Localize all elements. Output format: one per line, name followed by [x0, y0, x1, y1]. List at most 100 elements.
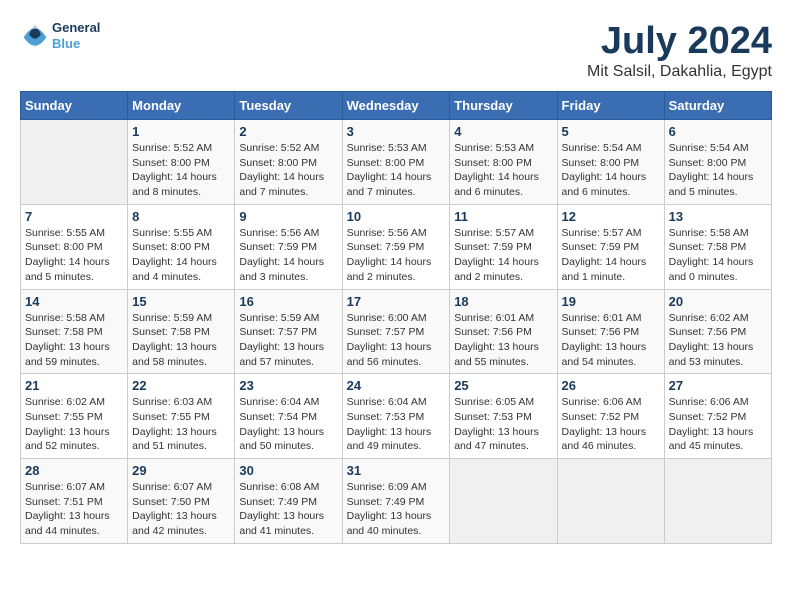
- day-of-week-header: Tuesday: [235, 92, 342, 120]
- day-info: Sunrise: 5:52 AM Sunset: 8:00 PM Dayligh…: [132, 141, 230, 200]
- calendar-cell: 19 Sunrise: 6:01 AM Sunset: 7:56 PM Dayli…: [557, 289, 664, 374]
- logo-icon: [20, 21, 50, 51]
- day-number: 31: [347, 463, 446, 478]
- calendar-cell: 16 Sunrise: 5:59 AM Sunset: 7:57 PM Dayli…: [235, 289, 342, 374]
- day-number: 24: [347, 378, 446, 393]
- day-number: 19: [562, 294, 660, 309]
- day-info: Sunrise: 5:56 AM Sunset: 7:59 PM Dayligh…: [347, 226, 446, 285]
- calendar-cell: 31 Sunrise: 6:09 AM Sunset: 7:49 PM Dayli…: [342, 459, 450, 544]
- calendar-cell: 3Sunrise: 5:53 AM Sunset: 8:00 PM Daylig…: [342, 120, 450, 205]
- day-info: Sunrise: 6:03 AM Sunset: 7:55 PM Dayligh…: [132, 395, 230, 454]
- calendar-cell: 29Sunrise: 6:07 AM Sunset: 7:50 PM Dayli…: [128, 459, 235, 544]
- calendar-cell: 30 Sunrise: 6:08 AM Sunset: 7:49 PM Dayli…: [235, 459, 342, 544]
- day-info: Sunrise: 6:01 AM Sunset: 7:56 PM Dayligh…: [562, 311, 660, 370]
- calendar-cell: 21 Sunrise: 6:02 AM Sunset: 7:55 PM Dayli…: [21, 374, 128, 459]
- day-number: 7: [25, 209, 123, 224]
- calendar-cell: 27 Sunrise: 6:06 AM Sunset: 7:52 PM Dayli…: [664, 374, 771, 459]
- day-info: Sunrise: 6:01 AM Sunset: 7:56 PM Dayligh…: [454, 311, 552, 370]
- logo-line1: General: [52, 20, 100, 36]
- day-number: 11: [454, 209, 552, 224]
- day-number: 2: [239, 124, 337, 139]
- calendar-week-row: 7 Sunrise: 5:55 AM Sunset: 8:00 PM Daylig…: [21, 204, 772, 289]
- day-number: 13: [669, 209, 767, 224]
- day-of-week-header: Friday: [557, 92, 664, 120]
- location: Mit Salsil, Dakahlia, Egypt: [587, 63, 772, 81]
- day-info: Sunrise: 5:54 AM Sunset: 8:00 PM Dayligh…: [669, 141, 767, 200]
- day-number: 23: [239, 378, 337, 393]
- calendar-cell: 23 Sunrise: 6:04 AM Sunset: 7:54 PM Dayli…: [235, 374, 342, 459]
- day-info: Sunrise: 6:08 AM Sunset: 7:49 PM Dayligh…: [239, 480, 337, 539]
- day-of-week-header: Sunday: [21, 92, 128, 120]
- day-number: 21: [25, 378, 123, 393]
- month-year: July 2024: [587, 20, 772, 63]
- day-number: 25: [454, 378, 552, 393]
- calendar-cell: 11Sunrise: 5:57 AM Sunset: 7:59 PM Dayli…: [450, 204, 557, 289]
- day-of-week-header: Monday: [128, 92, 235, 120]
- day-number: 1: [132, 124, 230, 139]
- day-info: Sunrise: 6:05 AM Sunset: 7:53 PM Dayligh…: [454, 395, 552, 454]
- calendar-week-row: 28Sunrise: 6:07 AM Sunset: 7:51 PM Dayli…: [21, 459, 772, 544]
- logo: General Blue: [20, 20, 100, 51]
- day-info: Sunrise: 5:55 AM Sunset: 8:00 PM Dayligh…: [25, 226, 123, 285]
- calendar-cell: 18 Sunrise: 6:01 AM Sunset: 7:56 PM Dayli…: [450, 289, 557, 374]
- calendar-cell: [557, 459, 664, 544]
- day-info: Sunrise: 6:04 AM Sunset: 7:54 PM Dayligh…: [239, 395, 337, 454]
- calendar-cell: 5Sunrise: 5:54 AM Sunset: 8:00 PM Daylig…: [557, 120, 664, 205]
- day-number: 12: [562, 209, 660, 224]
- title-block: July 2024 Mit Salsil, Dakahlia, Egypt: [587, 20, 772, 81]
- calendar-table: SundayMondayTuesdayWednesdayThursdayFrid…: [20, 91, 772, 544]
- day-number: 9: [239, 209, 337, 224]
- calendar-header-row: SundayMondayTuesdayWednesdayThursdayFrid…: [21, 92, 772, 120]
- calendar-week-row: 1 Sunrise: 5:52 AM Sunset: 8:00 PM Daylig…: [21, 120, 772, 205]
- day-info: Sunrise: 5:53 AM Sunset: 8:00 PM Dayligh…: [454, 141, 552, 200]
- calendar-week-row: 14 Sunrise: 5:58 AM Sunset: 7:58 PM Dayli…: [21, 289, 772, 374]
- calendar-cell: 22 Sunrise: 6:03 AM Sunset: 7:55 PM Dayli…: [128, 374, 235, 459]
- day-number: 27: [669, 378, 767, 393]
- calendar-cell: 24 Sunrise: 6:04 AM Sunset: 7:53 PM Dayli…: [342, 374, 450, 459]
- day-info: Sunrise: 5:52 AM Sunset: 8:00 PM Dayligh…: [239, 141, 337, 200]
- calendar-cell: 28Sunrise: 6:07 AM Sunset: 7:51 PM Dayli…: [21, 459, 128, 544]
- day-info: Sunrise: 5:55 AM Sunset: 8:00 PM Dayligh…: [132, 226, 230, 285]
- calendar-cell: 7 Sunrise: 5:55 AM Sunset: 8:00 PM Daylig…: [21, 204, 128, 289]
- day-number: 18: [454, 294, 552, 309]
- day-info: Sunrise: 6:00 AM Sunset: 7:57 PM Dayligh…: [347, 311, 446, 370]
- logo-line2: Blue: [52, 36, 100, 52]
- day-number: 26: [562, 378, 660, 393]
- day-info: Sunrise: 5:58 AM Sunset: 7:58 PM Dayligh…: [669, 226, 767, 285]
- day-info: Sunrise: 6:06 AM Sunset: 7:52 PM Dayligh…: [669, 395, 767, 454]
- calendar-cell: 15Sunrise: 5:59 AM Sunset: 7:58 PM Dayli…: [128, 289, 235, 374]
- day-info: Sunrise: 5:58 AM Sunset: 7:58 PM Dayligh…: [25, 311, 123, 370]
- calendar-cell: [450, 459, 557, 544]
- day-info: Sunrise: 6:06 AM Sunset: 7:52 PM Dayligh…: [562, 395, 660, 454]
- calendar-cell: 1 Sunrise: 5:52 AM Sunset: 8:00 PM Daylig…: [128, 120, 235, 205]
- day-number: 14: [25, 294, 123, 309]
- calendar-cell: 2 Sunrise: 5:52 AM Sunset: 8:00 PM Daylig…: [235, 120, 342, 205]
- day-info: Sunrise: 5:57 AM Sunset: 7:59 PM Dayligh…: [562, 226, 660, 285]
- day-number: 15: [132, 294, 230, 309]
- day-info: Sunrise: 6:04 AM Sunset: 7:53 PM Dayligh…: [347, 395, 446, 454]
- calendar-cell: 10Sunrise: 5:56 AM Sunset: 7:59 PM Dayli…: [342, 204, 450, 289]
- day-info: Sunrise: 6:02 AM Sunset: 7:55 PM Dayligh…: [25, 395, 123, 454]
- calendar-cell: 13 Sunrise: 5:58 AM Sunset: 7:58 PM Dayli…: [664, 204, 771, 289]
- day-info: Sunrise: 5:56 AM Sunset: 7:59 PM Dayligh…: [239, 226, 337, 285]
- day-of-week-header: Saturday: [664, 92, 771, 120]
- day-of-week-header: Thursday: [450, 92, 557, 120]
- day-of-week-header: Wednesday: [342, 92, 450, 120]
- day-number: 16: [239, 294, 337, 309]
- day-info: Sunrise: 6:09 AM Sunset: 7:49 PM Dayligh…: [347, 480, 446, 539]
- page-header: General Blue July 2024 Mit Salsil, Dakah…: [20, 20, 772, 81]
- calendar-week-row: 21 Sunrise: 6:02 AM Sunset: 7:55 PM Dayli…: [21, 374, 772, 459]
- day-number: 30: [239, 463, 337, 478]
- day-info: Sunrise: 6:07 AM Sunset: 7:50 PM Dayligh…: [132, 480, 230, 539]
- calendar-cell: 20Sunrise: 6:02 AM Sunset: 7:56 PM Dayli…: [664, 289, 771, 374]
- calendar-cell: 4Sunrise: 5:53 AM Sunset: 8:00 PM Daylig…: [450, 120, 557, 205]
- day-info: Sunrise: 6:02 AM Sunset: 7:56 PM Dayligh…: [669, 311, 767, 370]
- day-number: 17: [347, 294, 446, 309]
- day-number: 6: [669, 124, 767, 139]
- day-number: 22: [132, 378, 230, 393]
- calendar-cell: [21, 120, 128, 205]
- day-info: Sunrise: 6:07 AM Sunset: 7:51 PM Dayligh…: [25, 480, 123, 539]
- day-info: Sunrise: 5:59 AM Sunset: 7:57 PM Dayligh…: [239, 311, 337, 370]
- calendar-cell: [664, 459, 771, 544]
- calendar-cell: 6 Sunrise: 5:54 AM Sunset: 8:00 PM Daylig…: [664, 120, 771, 205]
